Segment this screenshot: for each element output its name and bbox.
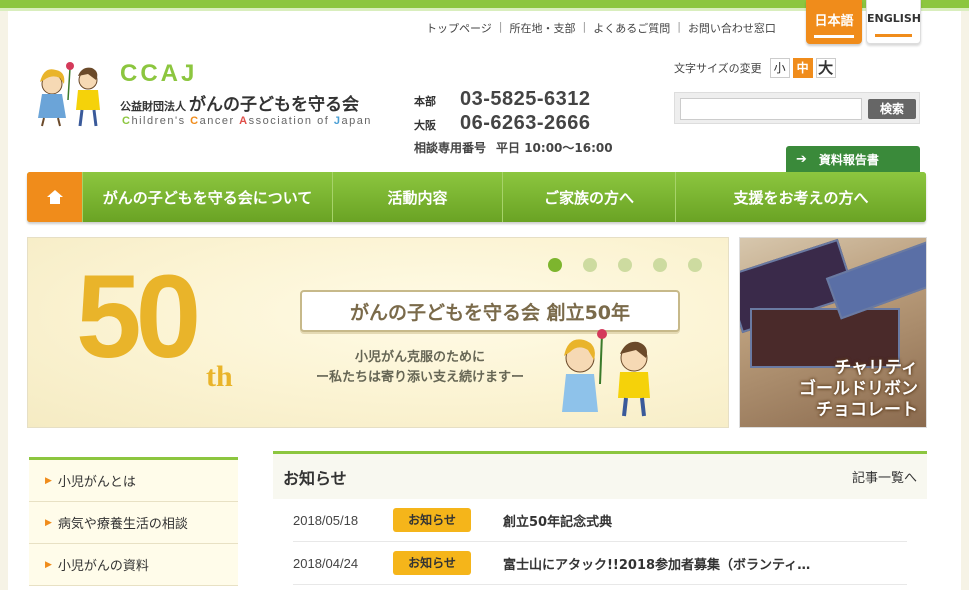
news-row[interactable]: 2018/05/18 お知らせ 創立50年記念式典 <box>293 499 907 542</box>
hero-headline: がんの子どもを守る会 創立50年 <box>300 290 680 332</box>
news-badge: お知らせ <box>393 508 471 532</box>
hero-subtext-line1: 小児がん克服のために <box>354 350 485 365</box>
contact-info: 本部 03-5825-6312 大阪 06-6263-2666 相談専用番号 平… <box>414 88 613 156</box>
logo-org-title: がんの子どもを守る会 <box>189 95 359 115</box>
osaka-phone: 06-6263-2666 <box>460 112 591 134</box>
anniversary-number: 50 <box>76 251 201 383</box>
triangle-right-icon: ▶ <box>45 517 52 528</box>
separator: | <box>498 20 503 33</box>
news-date: 2018/05/18 <box>293 512 359 528</box>
logo-org-prefix: 公益財団法人 <box>120 100 186 113</box>
lang-tab-english[interactable]: ENGLISH <box>866 0 921 44</box>
carousel-dot-3[interactable] <box>618 258 632 272</box>
hero-subtext-line2: ー私たちは寄り添い支え続けますー <box>315 370 524 385</box>
sidebar-item-about-childhood-cancer[interactable]: ▶ 小児がんとは <box>29 460 238 502</box>
utility-link-faq[interactable]: よくあるご質問 <box>593 20 670 36</box>
nav-item-families[interactable]: ご家族の方へ <box>502 172 675 222</box>
news-badge: お知らせ <box>393 551 471 575</box>
arrow-right-icon: ➔ <box>796 151 807 167</box>
promo-line3: チョコレート <box>816 400 918 420</box>
page-edge-left <box>0 11 8 590</box>
chocolate-promo-banner[interactable]: チャリティ ゴールドリボン チョコレート <box>739 237 927 428</box>
carousel-dot-1[interactable] <box>548 258 562 272</box>
home-icon <box>46 190 63 204</box>
promo-text: チャリティ ゴールドリボン チョコレート <box>799 358 918 421</box>
utility-link-locations[interactable]: 所在地・支部 <box>510 20 576 36</box>
page-edge-right <box>961 11 969 590</box>
carousel-dot-5[interactable] <box>688 258 702 272</box>
sidebar-item-label: 病気や療養生活の相談 <box>57 517 188 532</box>
logo-ccaj[interactable]: CCAJ <box>120 60 197 88</box>
sidebar-item-label: 小児がんとは <box>57 475 136 490</box>
font-size-large-button[interactable]: 大 <box>815 58 836 78</box>
carousel-dot-4[interactable] <box>653 258 667 272</box>
carousel-dot-2[interactable] <box>583 258 597 272</box>
logo-children-illustration <box>38 62 100 127</box>
consult-hours: 平日 10:00〜16:00 <box>496 141 613 155</box>
anniversary-suffix: th <box>206 360 233 393</box>
nav-item-about[interactable]: がんの子どもを守る会について <box>82 172 332 222</box>
promo-line1: チャリティ <box>834 358 918 378</box>
report-button[interactable]: ➔ 資料報告書 <box>786 146 920 172</box>
nav-item-support[interactable]: 支援をお考えの方へ <box>675 172 926 222</box>
triangle-right-icon: ▶ <box>45 559 52 570</box>
separator: | <box>677 20 681 33</box>
main-nav: がんの子どもを守る会について 活動内容 ご家族の方へ 支援をお考えの方へ <box>27 172 926 222</box>
news-date: 2018/04/24 <box>293 555 359 571</box>
search-button[interactable]: 検索 <box>868 99 916 119</box>
separator: | <box>582 20 587 33</box>
report-button-label: 資料報告書 <box>818 152 879 167</box>
children-illustration <box>562 329 650 417</box>
news-title-link[interactable]: 創立50年記念式典 <box>503 511 612 530</box>
sidebar-item-label: 小児がんの資料 <box>57 559 149 574</box>
news-title-link[interactable]: 富士山にアタック!!2018参加者募集（ボランティ… <box>503 554 810 573</box>
hq-label: 本部 <box>414 95 436 108</box>
news-header: お知らせ 記事一覧へ <box>273 451 927 499</box>
sidebar-menu: ▶ 小児がんとは ▶ 病気や療養生活の相談 ▶ 小児がんの資料 <box>29 457 238 586</box>
promo-line2: ゴールドリボン <box>799 379 918 399</box>
consult-label: 相談専用番号 <box>414 141 487 155</box>
logo-english-name: Children's Cancer Association of Japan <box>122 115 372 127</box>
utility-nav: トップページ | 所在地・支部 | よくあるご質問 | お問い合わせ窓口 <box>426 20 776 36</box>
sidebar-item-consultation[interactable]: ▶ 病気や療養生活の相談 <box>29 502 238 544</box>
hero-subtext: 小児がん克服のために ー私たちは寄り添い支え続けますー <box>290 348 550 388</box>
font-size-medium-button[interactable]: 中 <box>792 58 813 78</box>
search-box: 検索 <box>674 92 920 124</box>
search-input[interactable] <box>680 98 862 120</box>
hero-banner[interactable]: 50 th がんの子どもを守る会 創立50年 小児がん克服のために ー私たちは寄… <box>27 237 729 428</box>
sidebar-item-materials[interactable]: ▶ 小児がんの資料 <box>29 544 238 586</box>
osaka-label: 大阪 <box>414 119 436 132</box>
font-size-small-button[interactable]: 小 <box>769 58 790 78</box>
news-more-link[interactable]: 記事一覧へ <box>852 467 917 486</box>
logo-org-name[interactable]: 公益財団法人 がんの子どもを守る会 <box>120 90 359 115</box>
utility-link-top[interactable]: トップページ <box>426 20 492 36</box>
news-title: お知らせ <box>283 468 347 488</box>
font-size-label: 文字サイズの変更 <box>674 62 762 75</box>
carousel-dots <box>548 258 723 272</box>
hq-phone: 03-5825-6312 <box>460 88 591 110</box>
utility-link-contact[interactable]: お問い合わせ窓口 <box>688 20 776 36</box>
news-row[interactable]: 2018/04/24 お知らせ 富士山にアタック!!2018参加者募集（ボランテ… <box>293 542 907 585</box>
font-size-switcher: 文字サイズの変更 小 中 大 <box>674 58 839 78</box>
nav-home-button[interactable] <box>27 172 82 222</box>
nav-item-activities[interactable]: 活動内容 <box>332 172 502 222</box>
lang-tab-japanese[interactable]: 日本語 <box>806 0 862 44</box>
news-section: お知らせ 記事一覧へ 2018/05/18 お知らせ 創立50年記念式典 201… <box>273 451 927 585</box>
triangle-right-icon: ▶ <box>45 475 52 486</box>
